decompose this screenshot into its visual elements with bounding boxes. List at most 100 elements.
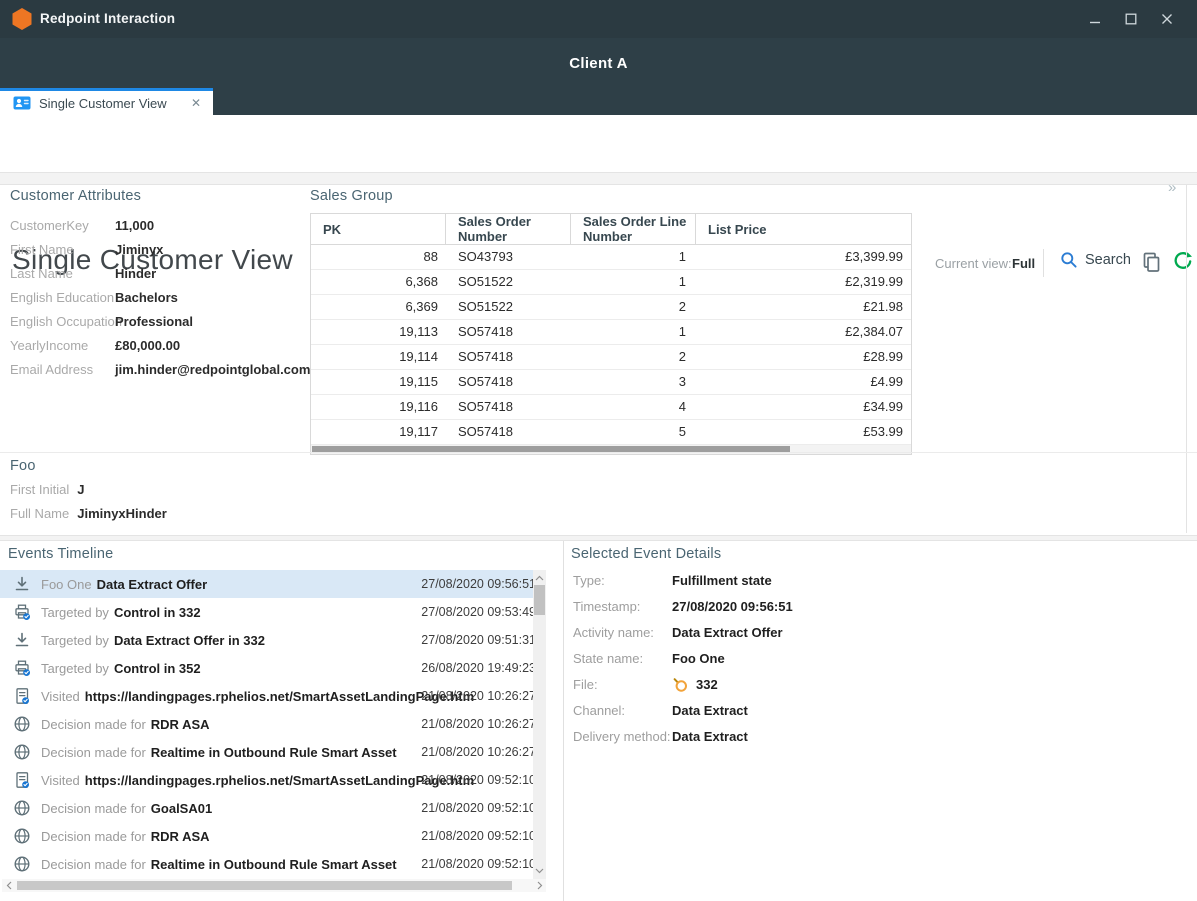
event-prefix: Visited xyxy=(41,773,80,788)
cell-order: SO57418 xyxy=(446,420,571,444)
search-icon xyxy=(1060,251,1078,269)
table-header-row: PK Sales Order Number Sales Order Line N… xyxy=(311,214,911,245)
cell-price: £2,319.99 xyxy=(696,270,911,294)
event-row[interactable]: Targeted byControl in 332 27/08/2020 09:… xyxy=(0,598,546,626)
refresh-button[interactable] xyxy=(1173,251,1193,271)
event-text: RDR ASA xyxy=(151,829,210,844)
cell-price: £53.99 xyxy=(696,420,911,444)
event-text: Control in 332 xyxy=(114,605,201,620)
attribute-label: CustomerKey xyxy=(10,214,89,238)
copy-pages-icon xyxy=(1142,252,1161,273)
table-row[interactable]: 19,113SO574181£2,384.07 xyxy=(311,320,911,345)
event-timestamp: 21/08/2020 09:52:10 xyxy=(421,822,536,850)
customer-attributes-title: Customer Attributes xyxy=(10,188,141,204)
table-row[interactable]: 88SO437931£3,399.99 xyxy=(311,245,911,270)
tab-single-customer-view[interactable]: Single Customer View ✕ xyxy=(0,88,213,115)
search-label: Search xyxy=(1085,252,1131,268)
cell-pk: 6,369 xyxy=(311,295,446,319)
event-text: https://landingpages.rphelios.net/SmartA… xyxy=(85,689,474,704)
download-icon xyxy=(13,631,31,649)
column-header-sales-order-number[interactable]: Sales Order Number xyxy=(446,214,571,244)
search-button[interactable]: Search xyxy=(1060,251,1131,269)
attribute-row: English EducationBachelors xyxy=(10,286,305,310)
event-row[interactable]: Decision made for Realtime in Outbound Ru… xyxy=(0,738,546,766)
detail-row-file: File: 332 xyxy=(573,672,1133,698)
cell-price: £4.99 xyxy=(696,370,911,394)
event-prefix: Decision made for xyxy=(41,801,146,816)
maximize-button[interactable] xyxy=(1116,6,1146,32)
sales-group-table: PK Sales Order Number Sales Order Line N… xyxy=(310,213,912,455)
cell-order: SO51522 xyxy=(446,295,571,319)
detail-row: Timestamp:27/08/2020 09:56:51 xyxy=(573,594,1133,620)
cell-pk: 19,115 xyxy=(311,370,446,394)
detail-label: Timestamp: xyxy=(573,594,640,620)
cell-pk: 6,368 xyxy=(311,270,446,294)
section-divider xyxy=(0,452,1197,453)
event-timestamp: 21/08/2020 09:52:10 xyxy=(421,766,536,794)
cell-line: 2 xyxy=(571,345,696,369)
attribute-row: English OccupationProfessional xyxy=(10,310,305,334)
detail-value: Data Extract xyxy=(672,724,748,750)
table-row[interactable]: 19,116SO574184£34.99 xyxy=(311,395,911,420)
header-divider xyxy=(1043,249,1044,277)
cell-price: £28.99 xyxy=(696,345,911,369)
event-row[interactable]: Targeted byControl in 352 26/08/2020 19:… xyxy=(0,654,546,682)
event-text: Realtime in Outbound Rule Smart Asset xyxy=(151,745,397,760)
table-row[interactable]: 19,114SO574182£28.99 xyxy=(311,345,911,370)
events-horizontal-scrollbar[interactable] xyxy=(2,879,546,892)
cell-line: 4 xyxy=(571,395,696,419)
attribute-label: English Education xyxy=(10,286,114,310)
event-row[interactable]: Decision made forRDR ASA 21/08/2020 10:2… xyxy=(0,710,546,738)
attribute-value: 11,000 xyxy=(115,214,154,238)
detail-label: Channel: xyxy=(573,698,625,724)
column-header-list-price[interactable]: List Price xyxy=(696,214,911,244)
event-row[interactable]: Foo OneData Extract Offer 27/08/2020 09:… xyxy=(0,570,546,598)
minimize-button[interactable] xyxy=(1080,6,1110,32)
scroll-left-arrow[interactable] xyxy=(2,879,15,892)
scroll-up-arrow[interactable] xyxy=(533,571,546,585)
app-title: Redpoint Interaction xyxy=(40,11,175,26)
event-row[interactable]: Decision made forGoalSA01 21/08/2020 09:… xyxy=(0,794,546,822)
events-vertical-scrollbar[interactable] xyxy=(533,570,546,879)
copy-button[interactable] xyxy=(1142,252,1161,273)
foo-label: Full Name xyxy=(10,506,69,521)
event-text: GoalSA01 xyxy=(151,801,212,816)
file-search-icon[interactable] xyxy=(672,677,688,693)
column-header-pk[interactable]: PK xyxy=(311,214,446,244)
window-titlebar: Redpoint Interaction xyxy=(0,0,1197,38)
event-text: Realtime in Outbound Rule Smart Asset xyxy=(151,857,397,872)
foo-row: Full NameJiminyxHinder xyxy=(10,502,410,526)
scrollbar-thumb[interactable] xyxy=(534,585,545,615)
printer-check-icon xyxy=(13,659,31,677)
attribute-value: £80,000.00 xyxy=(115,334,180,358)
scrollbar-thumb[interactable] xyxy=(17,881,512,890)
event-row[interactable]: Decision made forRDR ASA 21/08/2020 09:5… xyxy=(0,822,546,850)
event-prefix: Decision made for xyxy=(41,745,146,760)
event-timestamp: 27/08/2020 09:53:49 xyxy=(421,598,536,626)
content-right-edge xyxy=(1186,185,1187,533)
scroll-right-arrow[interactable] xyxy=(533,879,546,892)
table-row[interactable]: 19,117SO574185£53.99 xyxy=(311,420,911,445)
scroll-down-arrow[interactable] xyxy=(533,864,546,878)
cell-price: £2,384.07 xyxy=(696,320,911,344)
event-row[interactable]: Visitedhttps://landingpages.rphelios.net… xyxy=(0,766,546,794)
table-row[interactable]: 6,368SO515221£2,319.99 xyxy=(311,270,911,295)
attribute-label: Email Address xyxy=(10,358,93,382)
table-row[interactable]: 6,369SO515222£21.98 xyxy=(311,295,911,320)
attribute-row: First NameJiminyx xyxy=(10,238,305,262)
column-header-sales-order-line-number[interactable]: Sales Order Line Number xyxy=(571,214,696,244)
event-row[interactable]: Visitedhttps://landingpages.rphelios.net… xyxy=(0,682,546,710)
download-icon xyxy=(13,575,31,593)
tab-close-icon[interactable]: ✕ xyxy=(191,96,201,110)
event-row[interactable]: Decision made forRealtime in Outbound Ru… xyxy=(0,850,546,878)
attribute-label: YearlyIncome xyxy=(10,334,88,358)
detail-row: Delivery method:Data Extract xyxy=(573,724,1133,750)
event-timestamp: 21/08/2020 10:26:27 xyxy=(421,738,536,766)
event-row[interactable]: Targeted byData Extract Offer in 332 27/… xyxy=(0,626,546,654)
attribute-label: Last Name xyxy=(10,262,73,286)
contact-card-icon xyxy=(13,96,31,110)
event-text: Control in 352 xyxy=(114,661,201,676)
table-row[interactable]: 19,115SO574183£4.99 xyxy=(311,370,911,395)
globe-icon xyxy=(13,827,31,845)
close-button[interactable] xyxy=(1152,6,1182,32)
